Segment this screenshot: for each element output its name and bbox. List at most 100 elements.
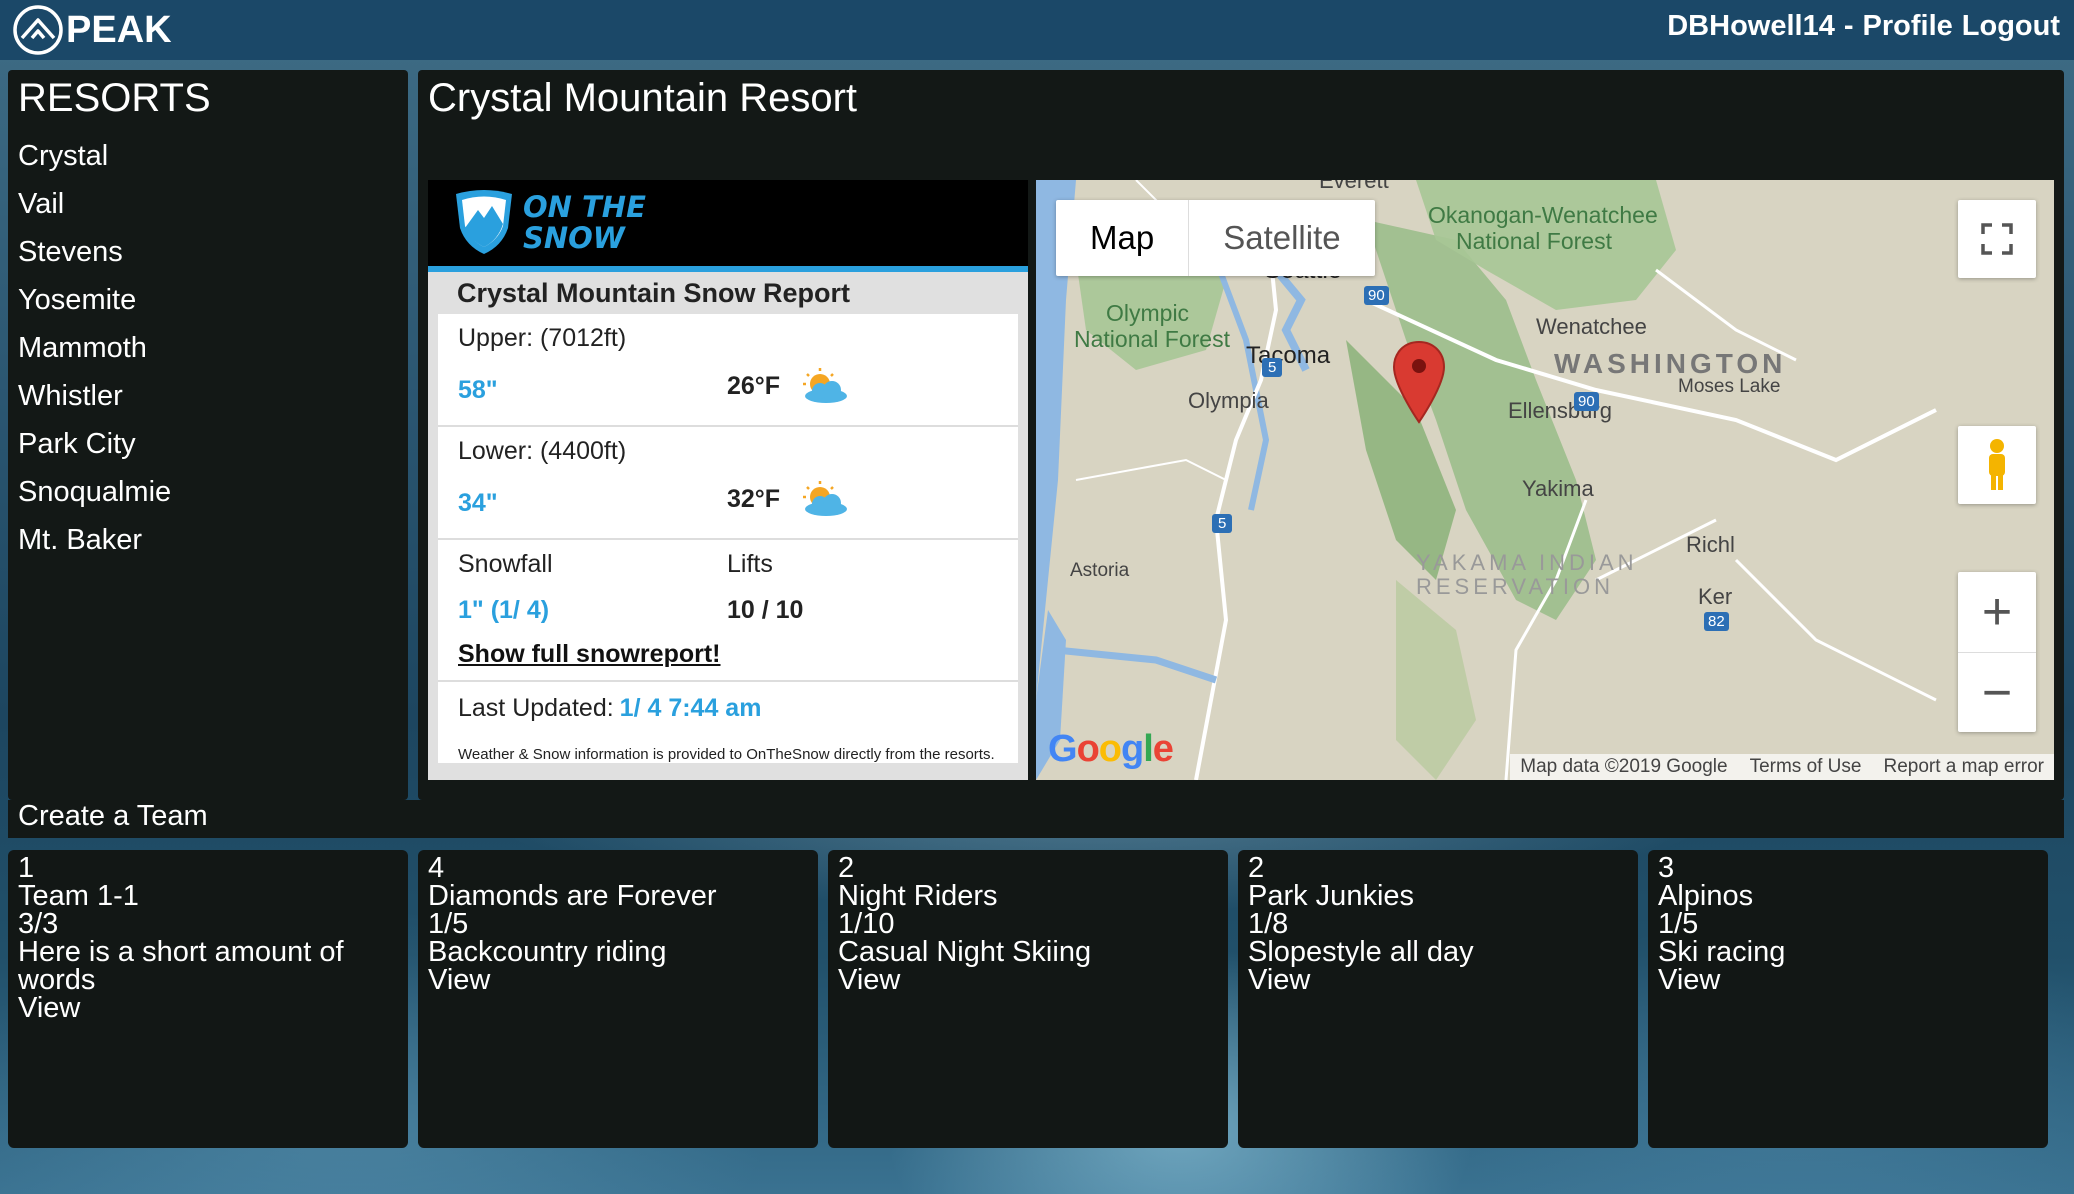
interstate-82-shield: 82 [1704, 612, 1729, 631]
last-updated: Last Updated: 1/ 4 7:44 am [458, 694, 761, 723]
resort-detail-panel: Crystal Mountain Resort ON THE SNOW Crys… [418, 70, 2064, 800]
map-label-okanogan: Okanogan-Wenatchee [1428, 202, 1658, 228]
interstate-90-shield: 90 [1364, 286, 1389, 305]
top-navbar: PEAK DBHowell14 - Profile Logout [0, 0, 2074, 60]
onthesnow-brand: ON THE SNOW [523, 192, 646, 254]
team-card[interactable]: 2 Night Riders 1/10 Casual Night Skiing … [828, 850, 1228, 1148]
resort-item-yosemite[interactable]: Yosemite [18, 280, 171, 328]
team-view-link[interactable]: View [838, 966, 1218, 995]
map-label-national-forest: National Forest [1456, 228, 1612, 254]
partly-cloudy-icon [803, 368, 847, 403]
create-team-link[interactable]: Create a Team [18, 800, 208, 833]
resort-item-mammoth[interactable]: Mammoth [18, 328, 171, 376]
zoom-in-button[interactable]: + [1958, 572, 2036, 652]
snow-report-widget: ON THE SNOW Crystal Mountain Snow Report… [428, 180, 1028, 780]
map-data-attribution: Map data ©2019 Google [1520, 756, 1728, 777]
logout-link[interactable]: Logout [1962, 10, 2060, 43]
team-description: Slopestyle all day [1248, 936, 1474, 968]
map-type-map-button[interactable]: Map [1056, 200, 1188, 276]
team-name: Park Junkies [1248, 880, 1415, 912]
team-count: 3 [1658, 852, 1675, 884]
brand-line-2: SNOW [523, 221, 625, 255]
disclaimer: Weather & Snow information is provided t… [438, 732, 1018, 763]
fullscreen-icon [1981, 223, 2013, 255]
lower-temp: 32°F [727, 485, 781, 513]
logo-text: PEAK [66, 8, 172, 51]
resort-item-park-city[interactable]: Park City [18, 424, 171, 472]
resort-item-stevens[interactable]: Stevens [18, 232, 171, 280]
map-label-yakima: Yakima [1522, 476, 1594, 501]
terms-of-use-link[interactable]: Terms of Use [1750, 756, 1862, 778]
resort-item-whistler[interactable]: Whistler [18, 376, 171, 424]
lower-depth: 34" [458, 489, 498, 517]
team-count: 2 [1248, 852, 1265, 884]
team-description: Backcountry riding [428, 936, 667, 968]
team-view-link[interactable]: View [1658, 966, 2038, 995]
last-updated-label: Last Updated: [458, 694, 614, 722]
zoom-out-button[interactable]: − [1958, 652, 2036, 733]
peak-logo[interactable]: PEAK [12, 4, 172, 56]
map-label-kennewick: Ker [1698, 584, 1733, 609]
team-view-link[interactable]: View [1248, 966, 1628, 995]
lifts-label: Lifts [727, 550, 773, 578]
upper-label: Upper: (7012ft) [458, 324, 627, 352]
map-label-yakama: YAKAMA INDIAN [1416, 550, 1638, 575]
google-logo[interactable]: Google [1048, 728, 1174, 771]
lifts-value: 10 / 10 [727, 596, 804, 624]
last-updated-value: 1/ 4 7:44 am [619, 694, 762, 722]
zoom-control: + − [1958, 572, 2036, 732]
upper-depth: 58" [458, 376, 498, 404]
separator: - [1843, 10, 1854, 42]
map-footer: Map data ©2019 Google Terms of Use Repor… [1510, 754, 2054, 780]
upper-row: Upper: (7012ft) 58" 26°F [438, 314, 1018, 427]
team-count: 1 [18, 852, 35, 884]
map-label-wenatchee: Wenatchee [1536, 314, 1647, 339]
team-view-link[interactable]: View [428, 966, 808, 995]
resort-item-snoqualmie[interactable]: Snoqualmie [18, 472, 171, 520]
map-label-reservation: RESERVATION [1416, 574, 1615, 599]
team-members: 3/3 [18, 908, 59, 940]
user-links: DBHowell14 - Profile Logout [1658, 10, 2060, 43]
team-view-link[interactable]: View [18, 994, 398, 1023]
team-card[interactable]: 4 Diamonds are Forever 1/5 Backcountry r… [418, 850, 818, 1148]
resort-list: Crystal Vail Stevens Yosemite Mammoth Wh… [18, 136, 171, 568]
resort-item-mt-baker[interactable]: Mt. Baker [18, 520, 171, 568]
team-name: Team 1-1 [18, 880, 139, 912]
create-team-bar: Create a Team [8, 800, 2064, 838]
google-map[interactable]: Everett Okanogan-Wenatchee National Fore… [1036, 180, 2054, 780]
team-name: Alpinos [1658, 880, 1754, 912]
map-label-richland: Richl [1686, 532, 1735, 557]
report-title: Crystal Mountain Snow Report [428, 272, 1028, 314]
team-description: Here is a short amount of words [18, 936, 344, 996]
interstate-5-shield: 5 [1212, 514, 1233, 533]
full-snowreport-link[interactable]: Show full snowreport! [458, 640, 721, 669]
team-count: 4 [428, 852, 445, 884]
team-members: 1/5 [1658, 908, 1699, 940]
team-card[interactable]: 3 Alpinos 1/5 Ski racing View [1648, 850, 2048, 1148]
map-label-moses-lake: Moses Lake [1678, 376, 1781, 397]
street-view-button[interactable] [1958, 426, 2036, 504]
map-label-olympia: Olympia [1188, 388, 1269, 413]
team-card[interactable]: 2 Park Junkies 1/8 Slopestyle all day Vi… [1238, 850, 1638, 1148]
resort-item-crystal[interactable]: Crystal [18, 136, 171, 184]
resort-title: Crystal Mountain Resort [428, 76, 858, 120]
team-card-content: 1 Team 1-1 3/3 Here is a short amount of… [18, 852, 398, 1023]
lower-row: Lower: (4400ft) 34" 32°F [438, 427, 1018, 540]
team-card[interactable]: 1 Team 1-1 3/3 Here is a short amount of… [8, 850, 408, 1148]
map-pin-icon[interactable] [1392, 340, 1446, 424]
peak-logo-icon [13, 5, 63, 55]
onthesnow-header[interactable]: ON THE SNOW [428, 180, 1028, 272]
last-updated-row: Last Updated: 1/ 4 7:44 am [438, 682, 1018, 732]
report-map-error-link[interactable]: Report a map error [1883, 756, 2044, 778]
map-type-satellite-button[interactable]: Satellite [1188, 200, 1374, 276]
profile-link[interactable]: Profile [1863, 10, 1953, 43]
team-card-content: 4 Diamonds are Forever 1/5 Backcountry r… [428, 852, 808, 995]
resorts-sidebar: RESORTS Crystal Vail Stevens Yosemite Ma… [8, 70, 408, 800]
interstate-90-shield: 90 [1574, 392, 1599, 411]
username-link[interactable]: DBHowell14 [1667, 10, 1835, 43]
fullscreen-button[interactable] [1958, 200, 2036, 278]
sidebar-title: RESORTS [18, 76, 211, 120]
map-type-control: Map Satellite [1056, 200, 1375, 276]
snowfall-value: 1" (1/ 4) [458, 596, 550, 624]
resort-item-vail[interactable]: Vail [18, 184, 171, 232]
